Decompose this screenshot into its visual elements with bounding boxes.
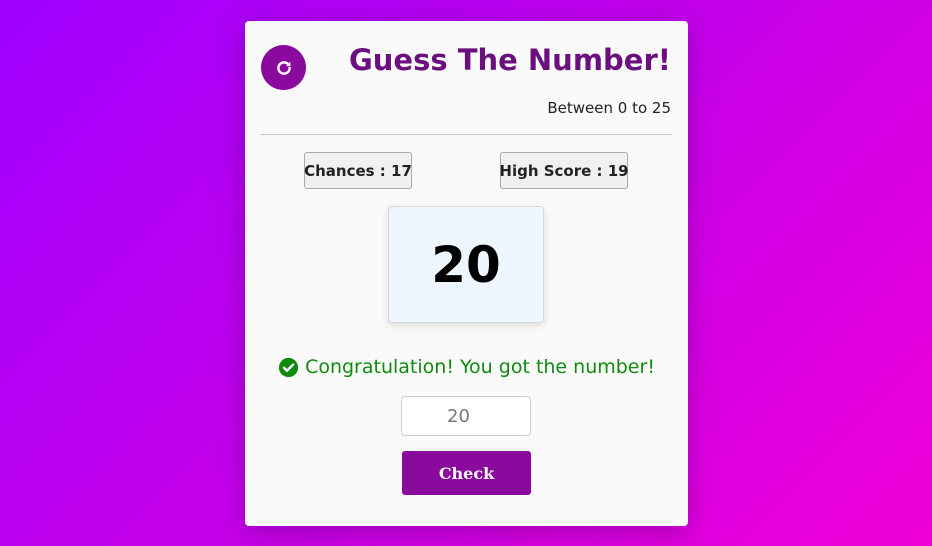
game-card: Guess The Number! Between 0 to 25 Chance… [245,21,688,526]
guess-input[interactable] [401,396,531,436]
result-message-text: Congratulation! You got the number! [305,356,655,378]
chances-badge: Chances : 17 [304,152,412,189]
number-display: 20 [388,206,544,323]
check-button[interactable]: Check [402,451,531,495]
range-text: Between 0 to 25 [547,99,671,117]
check-circle-icon [278,357,299,377]
reset-button[interactable] [261,45,306,90]
high-score-badge: High Score : 19 [499,152,629,189]
page-title: Guess The Number! [348,43,671,77]
refresh-icon [276,60,291,75]
result-message: Congratulation! You got the number! [245,356,688,378]
divider [261,134,672,135]
